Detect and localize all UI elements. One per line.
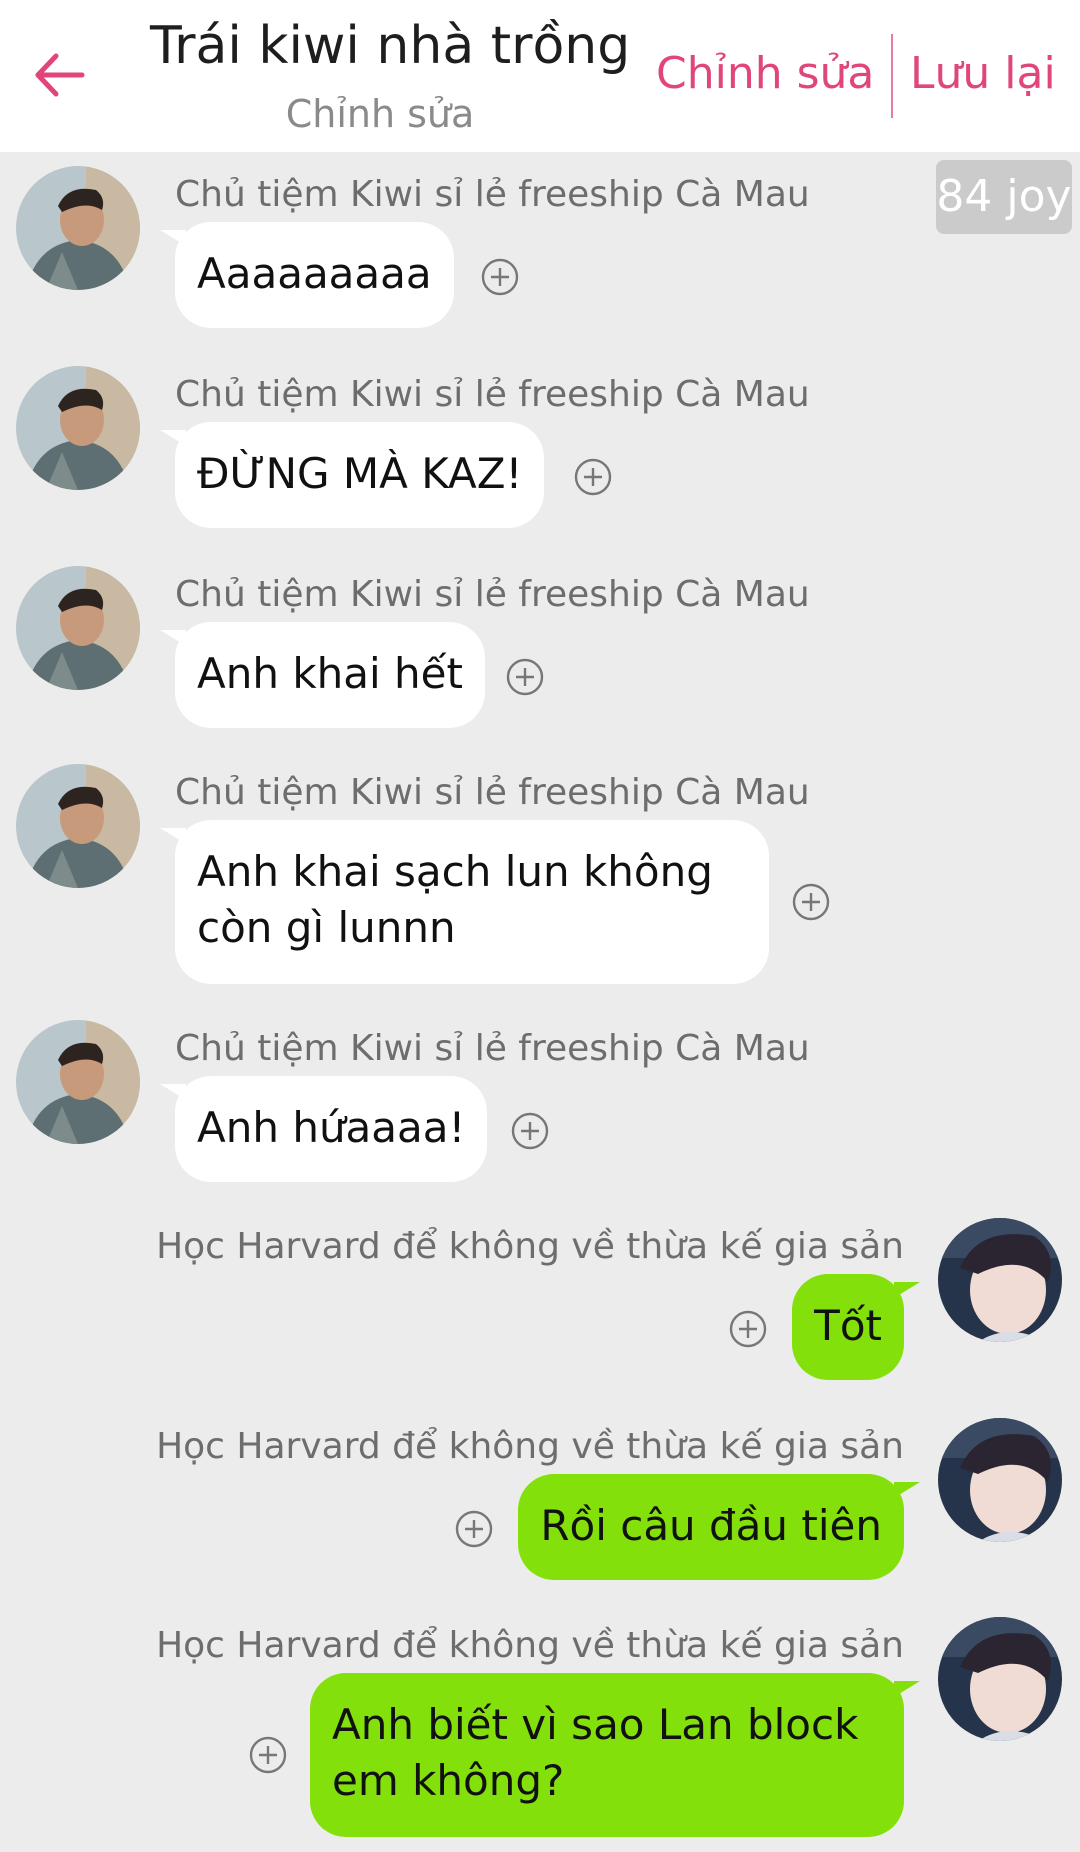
add-reaction-icon[interactable] (728, 1309, 768, 1349)
avatar[interactable] (938, 1218, 1062, 1342)
avatar[interactable] (16, 764, 140, 888)
add-reaction-icon[interactable] (791, 882, 831, 922)
message-bubble[interactable]: Anh hứaaaa! (175, 1076, 488, 1182)
edit-button[interactable]: Chỉnh sửa (656, 48, 874, 99)
sender-name: Chủ tiệm Kiwi sỉ lẻ freeship Cà Mau (175, 574, 810, 615)
add-reaction-icon[interactable] (454, 1509, 494, 1549)
save-button[interactable]: Lưu lại (910, 48, 1056, 99)
avatar[interactable] (938, 1617, 1062, 1741)
avatar[interactable] (16, 366, 140, 490)
back-arrow-icon[interactable] (30, 40, 90, 110)
add-reaction-icon[interactable] (248, 1735, 288, 1775)
page-subtitle: Chỉnh sửa (285, 92, 475, 136)
avatar[interactable] (16, 166, 140, 290)
sender-name: Học Harvard để không về thừa kế gia sản (156, 1226, 904, 1267)
avatar[interactable] (16, 1020, 140, 1144)
message-text-line: còn gì lunnn (197, 903, 456, 952)
header-divider (891, 34, 893, 118)
add-reaction-icon[interactable] (510, 1111, 550, 1151)
sender-name: Học Harvard để không về thừa kế gia sản (156, 1426, 904, 1467)
message-text-line: Anh biết vì sao Lan block (332, 1700, 859, 1749)
avatar[interactable] (16, 566, 140, 690)
message-bubble[interactable]: Rồi câu đầu tiên (518, 1474, 904, 1580)
sender-name: Chủ tiệm Kiwi sỉ lẻ freeship Cà Mau (175, 1028, 810, 1069)
sender-name: Chủ tiệm Kiwi sỉ lẻ freeship Cà Mau (175, 772, 810, 813)
sender-name: Chủ tiệm Kiwi sỉ lẻ freeship Cà Mau (175, 174, 810, 215)
message-text-line: em không? (332, 1756, 565, 1805)
add-reaction-icon[interactable] (573, 457, 613, 497)
avatar[interactable] (938, 1418, 1062, 1542)
add-reaction-icon[interactable] (480, 257, 520, 297)
message-bubble[interactable]: Tốt (792, 1274, 904, 1380)
sender-name: Chủ tiệm Kiwi sỉ lẻ freeship Cà Mau (175, 374, 810, 415)
message-text-line: Anh khai sạch lun không (197, 847, 713, 896)
add-reaction-icon[interactable] (505, 657, 545, 697)
sender-name: Học Harvard để không về thừa kế gia sản (156, 1625, 904, 1666)
message-bubble[interactable]: Anh khai hết (175, 622, 485, 728)
message-bubble[interactable]: Aaaaaaaaa (175, 222, 454, 328)
joy-badge: 84 joy (936, 160, 1072, 234)
page-title: Trái kiwi nhà trồng (150, 16, 631, 76)
message-bubble[interactable]: Anh khai sạch lun không còn gì lunnn (175, 820, 769, 984)
message-bubble[interactable]: Anh biết vì sao Lan block em không? (310, 1673, 904, 1837)
header-bar: Trái kiwi nhà trồng Chỉnh sửa Chỉnh sửa … (0, 0, 1080, 152)
message-bubble[interactable]: ĐỪNG MÀ KAZ! (175, 422, 545, 528)
